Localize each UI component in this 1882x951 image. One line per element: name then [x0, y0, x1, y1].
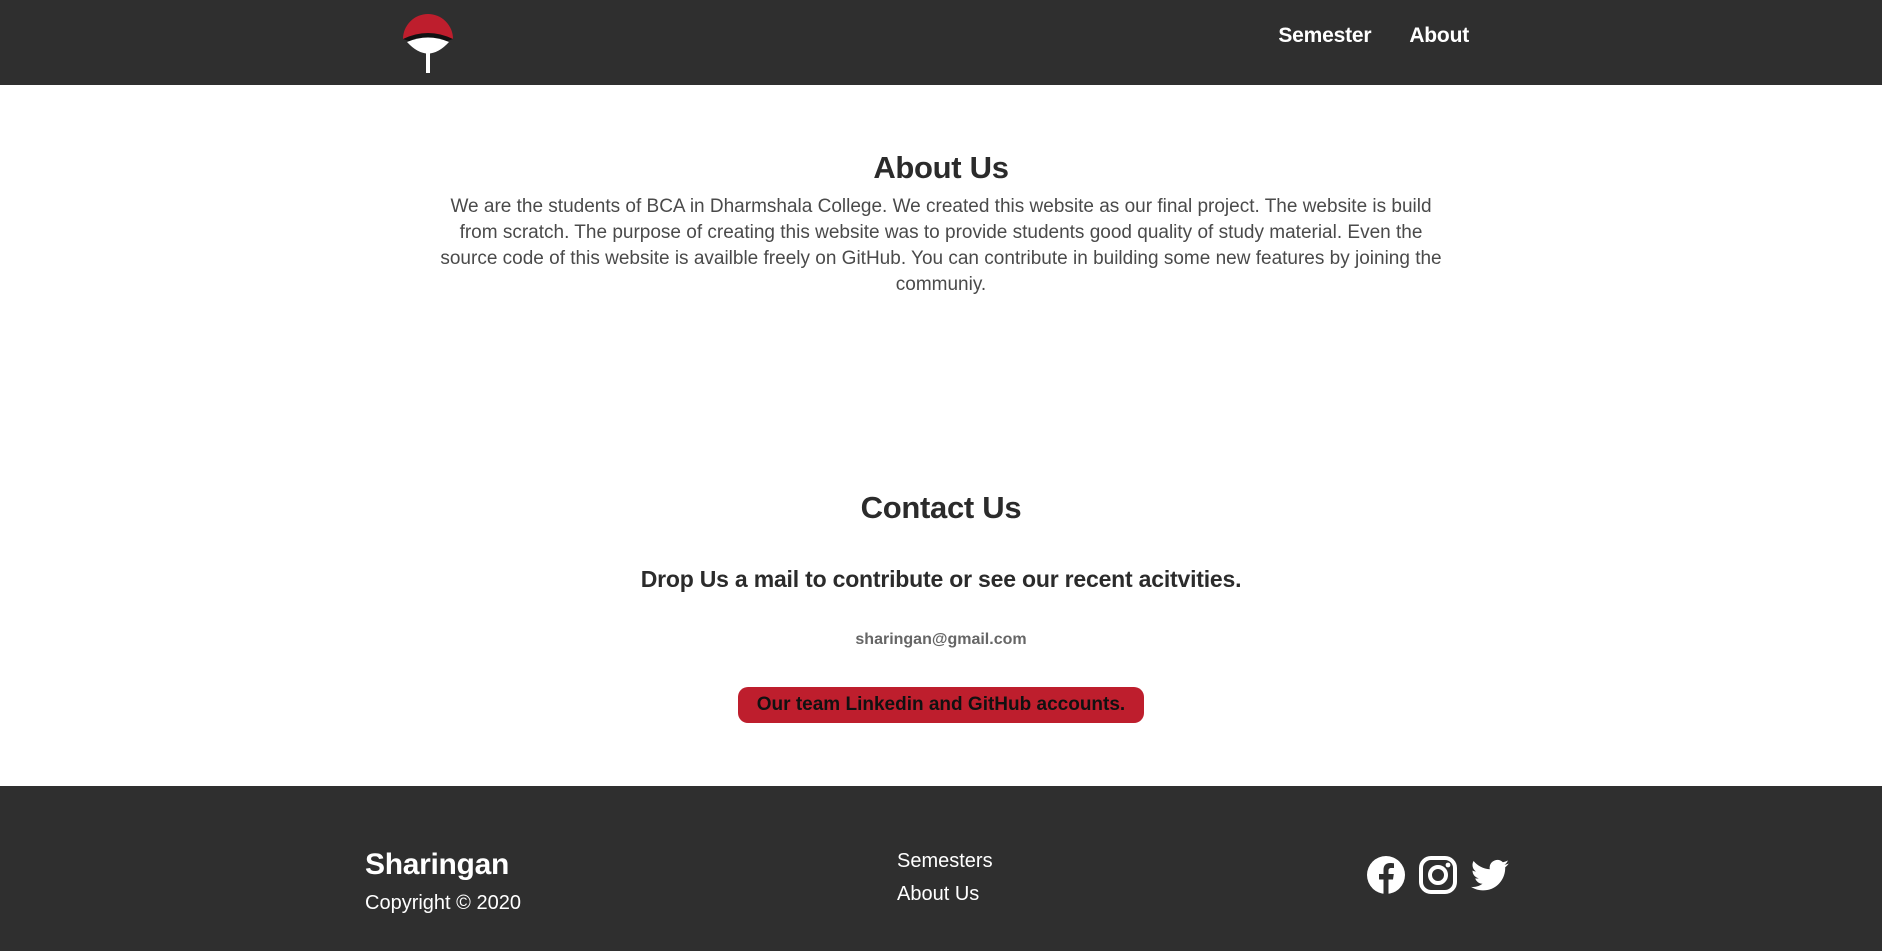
footer-link-semesters[interactable]: Semesters	[897, 850, 993, 873]
footer-copyright: Copyright © 2020	[365, 892, 521, 914]
nav-menu: Semester About	[1278, 24, 1469, 48]
nav-semester-link[interactable]: Semester	[1278, 24, 1371, 48]
instagram-icon[interactable]	[1418, 855, 1458, 895]
nav-about-link[interactable]: About	[1409, 24, 1469, 48]
team-accounts-button[interactable]: Our team Linkedin and GitHub accounts.	[737, 687, 1145, 723]
contact-section: Contact Us Drop Us a mail to contribute …	[0, 490, 1882, 723]
footer-brand-title: Sharingan	[365, 848, 509, 881]
footer-brand: Sharingan Copyright © 2020	[365, 848, 521, 915]
navbar: Semester About	[0, 0, 1882, 85]
facebook-icon[interactable]	[1366, 855, 1406, 895]
contact-title: Contact Us	[860, 490, 1022, 525]
footer: Sharingan Copyright © 2020 Semesters Abo…	[0, 786, 1882, 951]
twitter-icon[interactable]	[1470, 855, 1510, 895]
contact-subtitle: Drop Us a mail to contribute or see our …	[640, 566, 1242, 592]
about-description: We are the students of BCA in Dharmshala…	[440, 196, 1442, 295]
about-title: About Us	[873, 150, 1009, 185]
social-links	[1366, 855, 1510, 895]
footer-links: Semesters About Us	[897, 850, 993, 906]
about-section: About Us We are the students of BCA in D…	[0, 150, 1882, 298]
contact-email[interactable]: sharingan@gmail.com	[0, 631, 1882, 649]
uchiha-fan-logo[interactable]	[401, 9, 455, 75]
footer-link-about-us[interactable]: About Us	[897, 883, 993, 906]
